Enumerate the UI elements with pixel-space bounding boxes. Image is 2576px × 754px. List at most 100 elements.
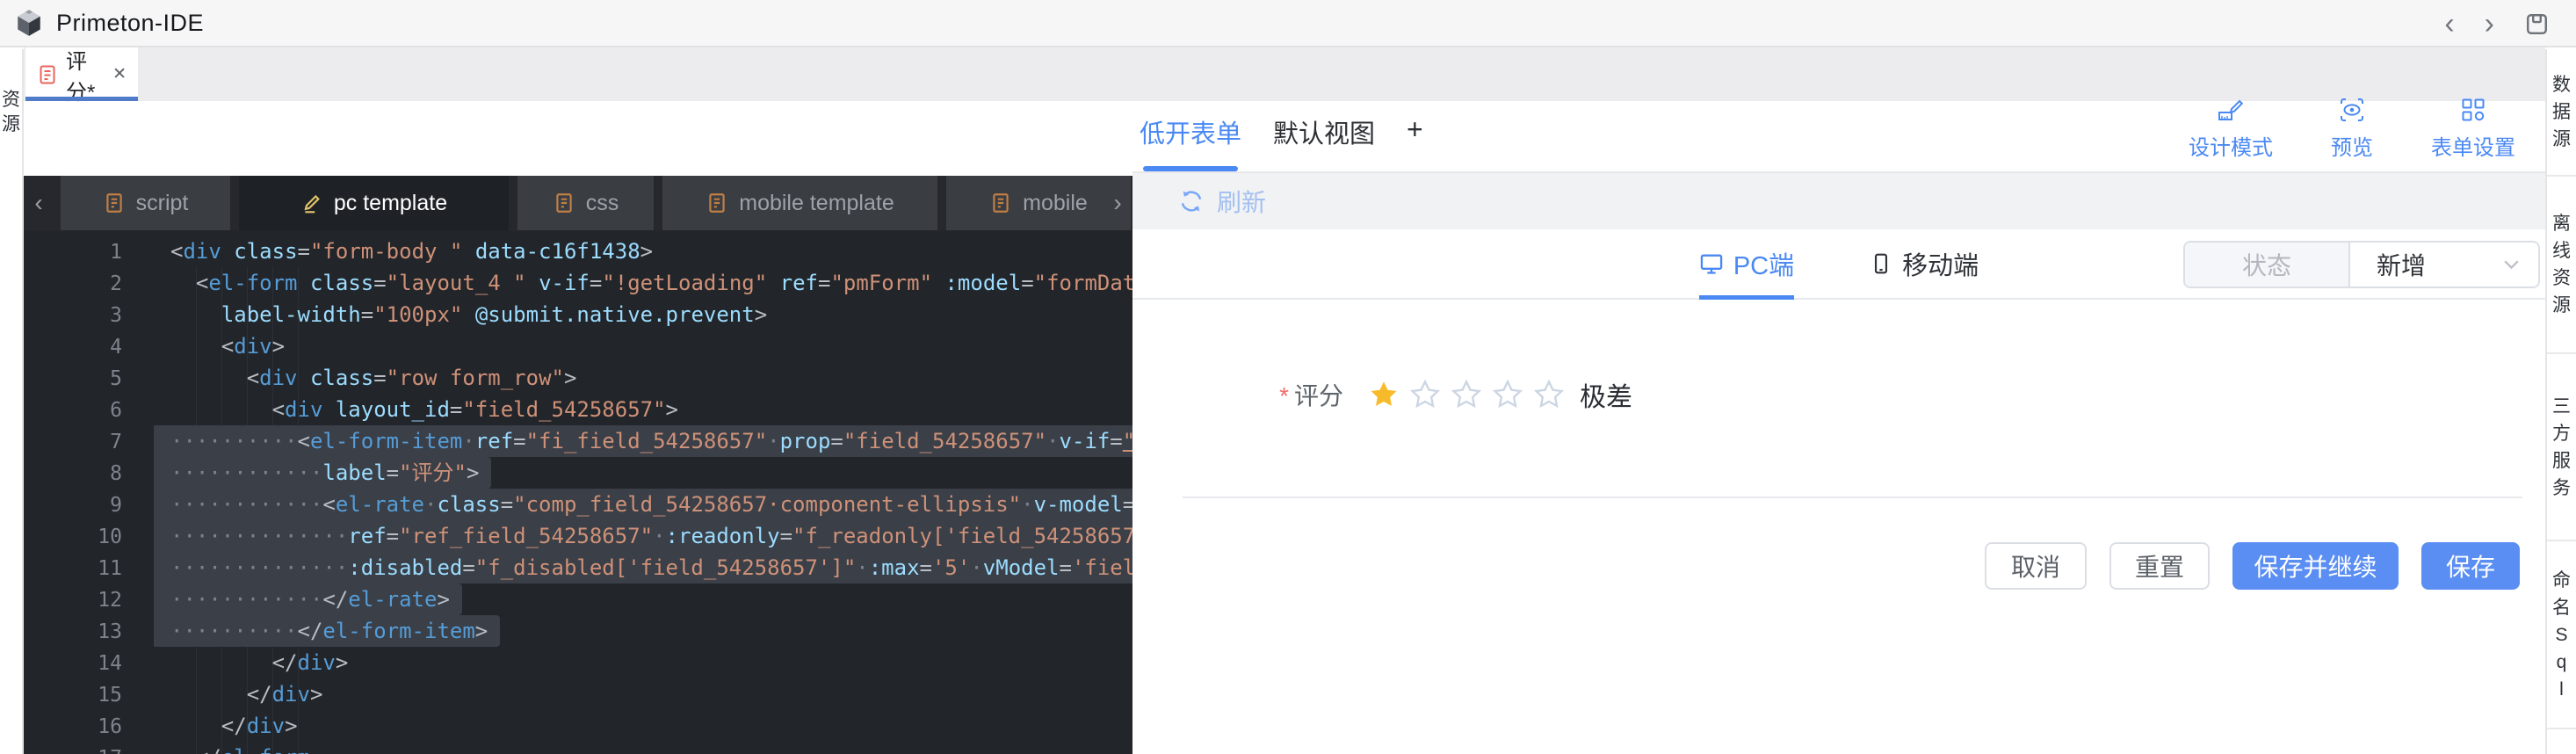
star-filled-icon[interactable]: [1369, 380, 1399, 410]
star-empty-icon[interactable]: [1409, 379, 1441, 410]
editor-tab-label: mobile: [1023, 190, 1088, 215]
vertical-char: 资: [2552, 268, 2571, 288]
refresh-toolbar: 刷新: [1132, 173, 2545, 229]
right-rail-item-3[interactable]: 命名Sql: [2547, 541, 2576, 729]
line-number: 2: [110, 272, 122, 295]
code-text: label-width="100px" @submit.native.preve…: [221, 302, 768, 327]
form-footer-buttons: 取消 重置 保存并继续 保存: [1985, 542, 2520, 590]
editor-tab-script[interactable]: script: [61, 176, 230, 230]
code-line-6[interactable]: 6 <div layout_id="field_54258657">: [24, 394, 1132, 425]
editor-tab-pc-template[interactable]: pc template: [239, 176, 509, 230]
tab-mobile-label: 移动端: [1902, 252, 1979, 280]
refresh-label[interactable]: 刷新: [1217, 184, 1266, 219]
tab-scroll-right-icon[interactable]: ›: [1104, 176, 1131, 230]
close-icon[interactable]: ✕: [112, 64, 127, 84]
reset-button[interactable]: 重置: [2109, 542, 2210, 590]
tab-pc[interactable]: PC端: [1698, 229, 1794, 300]
refresh-icon[interactable]: [1178, 188, 1205, 214]
code-text: ············</el-rate>: [154, 584, 462, 615]
code-line-14[interactable]: 14 </div>: [24, 647, 1132, 678]
vertical-char: 线: [2552, 241, 2571, 261]
code-line-11[interactable]: 11 ··············:disabled="f_disabled['f…: [24, 552, 1132, 584]
rating-text: 极差: [1580, 383, 1632, 412]
form-settings-icon: [2459, 96, 2487, 124]
code-line-1[interactable]: 1 <div class="form-body " data-c16f1438>: [24, 236, 1132, 267]
code-line-3[interactable]: 3 label-width="100px" @submit.native.pre…: [24, 299, 1132, 330]
code-line-8[interactable]: 8 ············label="评分">: [24, 457, 1132, 489]
save-and-continue-button[interactable]: 保存并继续: [2232, 542, 2399, 590]
tab-mobile[interactable]: 移动端: [1870, 229, 1979, 298]
document-icon: [37, 64, 58, 85]
file-icon: [553, 192, 575, 214]
editor-tab-css[interactable]: css: [517, 176, 654, 230]
design-mode-button[interactable]: 设计模式: [2189, 96, 2273, 161]
code-line-10[interactable]: 10 ··············ref="ref_field_54258657"…: [24, 520, 1132, 552]
code-text: </div>: [246, 682, 323, 707]
tab-default-view[interactable]: 默认视图: [1273, 113, 1375, 171]
preview-button[interactable]: 预览: [2331, 96, 2373, 161]
right-rail-item-1[interactable]: 离线资源: [2547, 177, 2576, 354]
vertical-char: 服: [2552, 450, 2571, 471]
save-icon[interactable]: [2524, 11, 2550, 37]
monitor-icon: [1699, 251, 1724, 276]
app-title: Primeton-IDE: [56, 9, 205, 36]
code-line-13[interactable]: 13 ··········</el-form-item>: [24, 615, 1132, 647]
save-button[interactable]: 保存: [2421, 542, 2520, 590]
line-number: 4: [110, 336, 122, 359]
code-line-17[interactable]: 17 </el-form: [24, 742, 1132, 754]
status-select[interactable]: 状态 新增: [2183, 241, 2540, 288]
code-area[interactable]: 1 <div class="form-body " data-c16f1438> 2…: [24, 230, 1132, 754]
star-empty-icon[interactable]: [1451, 379, 1482, 410]
form-settings-button[interactable]: 表单设置: [2431, 96, 2515, 161]
code-text: ··········</el-form-item>: [154, 615, 501, 647]
star-empty-icon[interactable]: [1533, 379, 1565, 410]
code-line-7[interactable]: 7 ··········<el-form-item·ref="fi_field_5…: [24, 425, 1132, 457]
left-rail-item-resources[interactable]: 资源: [0, 88, 22, 137]
right-rail-item-2[interactable]: 三方服务: [2547, 354, 2576, 541]
app-logo-cube-icon: [14, 8, 44, 38]
editor-tab-mobile-template[interactable]: mobile template: [662, 176, 937, 230]
view-tabs: 低开表单 默认视图 +: [1140, 113, 1423, 171]
right-rail: 数据源离线资源三方服务命名Sql: [2545, 49, 2576, 754]
doc-tab-rating[interactable]: 评分* ✕: [25, 47, 138, 105]
editor-tab-mobile[interactable]: mobile: [946, 176, 1131, 230]
code-line-16[interactable]: 16 </div>: [24, 710, 1132, 742]
vertical-char: q: [2556, 651, 2567, 672]
back-icon[interactable]: ‹: [2444, 9, 2454, 39]
vertical-char: 源: [2, 114, 20, 134]
code-line-2[interactable]: 2 <el-form class="layout_4 " v-if="!getL…: [24, 267, 1132, 299]
panel-actions: 设计模式 预览 表单设置: [2189, 96, 2515, 171]
code-line-9[interactable]: 9 ············<el-rate·class="comp_field_…: [24, 489, 1132, 520]
vertical-char: 名: [2552, 597, 2571, 618]
cancel-button[interactable]: 取消: [1985, 542, 2087, 590]
vertical-char: 数: [2552, 75, 2571, 95]
tab-lowcode-form[interactable]: 低开表单: [1140, 113, 1241, 171]
tab-lowcode-form-label: 低开表单: [1140, 120, 1242, 149]
line-number: 9: [110, 494, 122, 517]
vertical-char: 务: [2552, 477, 2571, 498]
line-number: 6: [110, 399, 122, 422]
tab-default-view-label: 默认视图: [1273, 120, 1376, 149]
code-line-4[interactable]: 4 <div>: [24, 330, 1132, 362]
editor-tab-label: script: [135, 190, 189, 215]
tab-scroll-left-icon[interactable]: ‹: [24, 176, 54, 230]
line-number: 12: [98, 589, 122, 612]
right-rail-item-0[interactable]: 数据源: [2547, 49, 2576, 177]
code-text: ··········<el-form-item·ref="fi_field_54…: [154, 425, 1132, 457]
code-text: <div class="row form_row">: [246, 366, 577, 390]
line-number: 3: [110, 304, 122, 327]
rating-field-row: * 评分 极差: [1132, 375, 1632, 414]
add-view-button[interactable]: +: [1407, 113, 1423, 171]
file-icon: [989, 192, 1012, 214]
star-empty-icon[interactable]: [1492, 379, 1523, 410]
form-divider: [1183, 497, 2522, 498]
code-line-12[interactable]: 12 ············</el-rate>: [24, 584, 1132, 615]
forward-icon[interactable]: ›: [2485, 9, 2494, 39]
editor-tab-label: css: [585, 190, 619, 215]
code-line-15[interactable]: 15 </div>: [24, 678, 1132, 710]
status-select-value[interactable]: 新增: [2350, 243, 2538, 286]
titlebar: Primeton-IDE ‹ ›: [0, 0, 2576, 47]
form-design-panel: 低开表单 默认视图 + 设计模式 预览 表单设置 刷新 PC端 移动端 状态 新…: [1132, 98, 2545, 754]
line-number: 7: [110, 431, 122, 453]
code-line-5[interactable]: 5 <div class="row form_row">: [24, 362, 1132, 394]
